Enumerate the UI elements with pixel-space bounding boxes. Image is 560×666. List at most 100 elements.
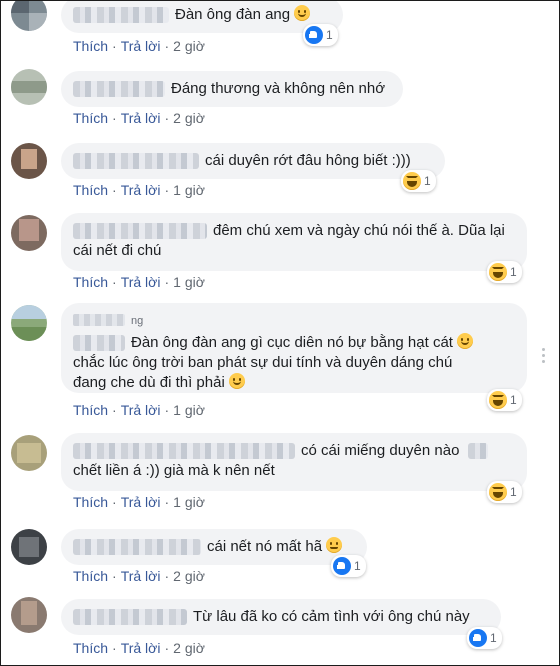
reaction-summary[interactable]: 1 bbox=[487, 261, 522, 283]
reply-button[interactable]: Trả lời bbox=[121, 640, 161, 656]
reaction-summary[interactable]: 1 bbox=[401, 170, 436, 192]
haha-icon bbox=[489, 391, 507, 409]
reaction-summary[interactable]: 1 bbox=[487, 389, 522, 411]
timestamp[interactable]: 2 giờ bbox=[173, 38, 205, 54]
separator: · bbox=[112, 274, 117, 290]
comment-actions: Thích · Trả lời · 1 giờ bbox=[73, 273, 205, 291]
separator: · bbox=[164, 568, 170, 584]
comment-actions: Thích · Trả lời · 2 giờ bbox=[73, 37, 205, 55]
separator: · bbox=[112, 110, 117, 126]
avatar[interactable] bbox=[11, 305, 47, 341]
like-button[interactable]: Thích bbox=[73, 568, 108, 584]
timestamp[interactable]: 2 giờ bbox=[173, 640, 205, 656]
like-icon bbox=[333, 557, 351, 575]
comment-text: đang che dù đi thì phải bbox=[73, 374, 225, 391]
comment-bubble: ng Đàn ông đàn ang gì cục diên nó bự bằn… bbox=[61, 303, 527, 393]
comment-text: Từ lâu đã ko có cảm tình với ông chú này bbox=[193, 608, 470, 625]
commenter-name[interactable] bbox=[73, 443, 295, 460]
reaction-summary[interactable]: 1 bbox=[303, 24, 338, 46]
reaction-summary[interactable]: 1 bbox=[487, 481, 522, 503]
timestamp[interactable]: 1 giờ bbox=[173, 494, 205, 510]
commenter-name[interactable] bbox=[73, 153, 199, 170]
like-button[interactable]: Thích bbox=[73, 38, 108, 54]
avatar[interactable] bbox=[11, 143, 47, 179]
reaction-count: 1 bbox=[510, 265, 517, 279]
like-button[interactable]: Thích bbox=[73, 640, 108, 656]
slightly-smiling-face-icon bbox=[228, 373, 245, 389]
avatar[interactable] bbox=[11, 435, 47, 471]
commenter-name[interactable] bbox=[73, 81, 165, 98]
commenter-name[interactable] bbox=[73, 539, 201, 556]
comment-bubble: cái nết nó mất hã bbox=[61, 529, 367, 565]
reply-button[interactable]: Trả lời bbox=[121, 568, 161, 584]
timestamp[interactable]: 1 giờ bbox=[173, 402, 205, 418]
comment-text-line: chắc lúc ông trời ban phát sự dui tính v… bbox=[73, 354, 453, 371]
avatar[interactable] bbox=[11, 215, 47, 251]
separator: · bbox=[112, 494, 117, 510]
reaction-count: 1 bbox=[490, 631, 497, 645]
separator: · bbox=[112, 568, 117, 584]
comment-bubble: Từ lâu đã ko có cảm tình với ông chú này bbox=[61, 599, 501, 635]
reply-button[interactable]: Trả lời bbox=[121, 402, 161, 418]
slightly-smiling-face-icon bbox=[457, 333, 474, 349]
separator: · bbox=[164, 110, 170, 126]
reply-button[interactable]: Trả lời bbox=[121, 182, 161, 198]
like-button[interactable]: Thích bbox=[73, 274, 108, 290]
commenter-name-suffix: ng bbox=[131, 315, 144, 327]
haha-icon bbox=[489, 483, 507, 501]
separator: · bbox=[112, 402, 117, 418]
commenter-name[interactable] bbox=[73, 7, 169, 24]
like-icon bbox=[469, 629, 487, 647]
comment-text: Đàn ông đàn ang gì cục diên nó bự bằng h… bbox=[131, 334, 453, 351]
reaction-summary[interactable]: 1 bbox=[331, 555, 366, 577]
like-button[interactable]: Thích bbox=[73, 182, 108, 198]
reply-button[interactable]: Trả lời bbox=[121, 274, 161, 290]
avatar[interactable] bbox=[11, 69, 47, 105]
like-button[interactable]: Thích bbox=[73, 494, 108, 510]
reply-button[interactable]: Trả lời bbox=[121, 494, 161, 510]
comment-actions: Thích · Trả lời · 2 giờ bbox=[73, 567, 205, 585]
haha-icon bbox=[489, 263, 507, 281]
comment-bubble: có cái miếng duyên nào chết liền á :)) g… bbox=[61, 433, 527, 491]
separator: · bbox=[164, 402, 170, 418]
separator: · bbox=[164, 274, 170, 290]
comment-text-line: Đàn ông đàn ang gì cục diên nó bự bằng h… bbox=[73, 333, 515, 353]
reaction-count: 1 bbox=[326, 28, 333, 42]
separator: · bbox=[164, 640, 170, 656]
timestamp[interactable]: 2 giờ bbox=[173, 568, 205, 584]
comment-bubble: đêm chú xem và ngày chú nói thế à. Dũa l… bbox=[61, 213, 527, 271]
comment-bubble: cái duyên rớt đâu hông biết :))) bbox=[61, 143, 445, 179]
timestamp[interactable]: 2 giờ bbox=[173, 110, 205, 126]
comment-text: cái duyên rớt đâu hông biết :))) bbox=[205, 152, 411, 169]
like-button[interactable]: Thích bbox=[73, 110, 108, 126]
comment-text: có cái miếng duyên nào bbox=[301, 442, 460, 459]
comment-text-line: chết liền á :)) già mà k nên nết bbox=[73, 462, 275, 479]
comment-text-line: đang che dù đi thì phải bbox=[73, 373, 515, 393]
avatar[interactable] bbox=[11, 529, 47, 565]
comment-actions: Thích · Trả lời · 1 giờ bbox=[73, 401, 205, 419]
comment-actions: Thích · Trả lời · 1 giờ bbox=[73, 181, 205, 199]
reply-button[interactable]: Trả lời bbox=[121, 110, 161, 126]
separator: · bbox=[164, 494, 170, 510]
separator: · bbox=[112, 38, 117, 54]
comment-actions: Thích · Trả lời · 1 giờ bbox=[73, 493, 205, 511]
like-button[interactable]: Thích bbox=[73, 402, 108, 418]
redacted-word bbox=[467, 443, 488, 460]
timestamp[interactable]: 1 giờ bbox=[173, 182, 205, 198]
separator: · bbox=[112, 182, 117, 198]
reaction-summary[interactable]: 1 bbox=[467, 627, 502, 649]
more-options-icon[interactable] bbox=[542, 348, 546, 364]
avatar[interactable] bbox=[11, 597, 47, 633]
comment-text: Đàn ông đàn ang bbox=[175, 6, 291, 23]
commenter-name[interactable] bbox=[73, 223, 207, 240]
like-icon bbox=[305, 26, 323, 44]
reply-button[interactable]: Trả lời bbox=[121, 38, 161, 54]
reaction-count: 1 bbox=[510, 393, 517, 407]
commenter-name[interactable] bbox=[73, 609, 187, 626]
timestamp[interactable]: 1 giờ bbox=[173, 274, 205, 290]
avatar[interactable] bbox=[11, 1, 47, 31]
reaction-count: 1 bbox=[424, 174, 431, 188]
comment-actions: Thích · Trả lời · 2 giờ bbox=[73, 639, 205, 657]
commenter-name[interactable] bbox=[73, 314, 125, 326]
separator: · bbox=[164, 38, 170, 54]
